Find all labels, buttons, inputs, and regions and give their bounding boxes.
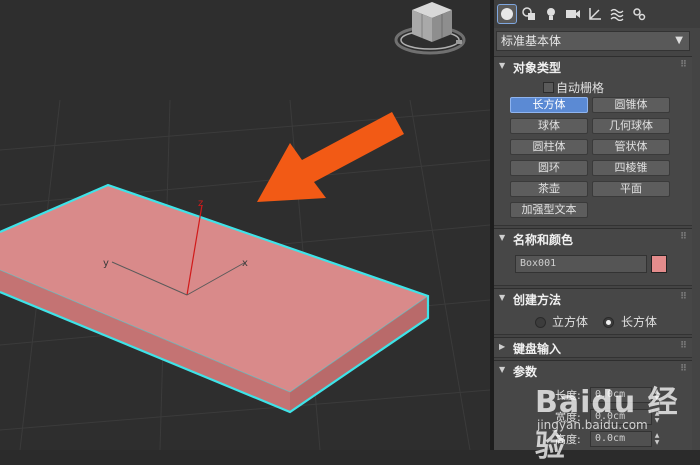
cone-button[interactable]: 圆锥体	[592, 97, 670, 113]
teapot-button[interactable]: 茶壶	[510, 181, 588, 197]
axis-label-x: x	[242, 258, 248, 269]
collapse-arrow-icon: ▼	[499, 61, 506, 70]
object-color-swatch[interactable]	[651, 255, 667, 273]
chevron-down-icon: ▼	[675, 35, 683, 46]
expand-arrow-icon: ▶	[499, 342, 506, 351]
pyramid-button[interactable]: 四棱锥	[592, 160, 670, 176]
cube-radio-label: 立方体	[552, 315, 589, 329]
pointer-arrow-icon	[257, 112, 404, 202]
torus-button[interactable]: 圆环	[510, 160, 588, 176]
perspective-viewport[interactable]: z x y	[0, 0, 490, 450]
creation-method-title: 创建方法	[513, 293, 562, 307]
name-color-header[interactable]: ▼ 名称和颜色 ⠿	[494, 229, 692, 249]
cube-radio[interactable]	[535, 317, 546, 328]
dropdown-value: 标准基本体	[501, 34, 562, 48]
keyboard-entry-rollout: ▶ 键盘输入 ⠿	[494, 337, 692, 358]
geometry-type-dropdown[interactable]: 标准基本体 ▼	[496, 31, 690, 51]
box-radio-label: 长方体	[621, 315, 658, 329]
box-radio[interactable]	[603, 317, 614, 328]
sphere-button[interactable]: 球体	[510, 118, 588, 134]
object-name-field[interactable]: Box001	[515, 255, 647, 273]
shapes-tab-icon[interactable]	[519, 4, 539, 24]
creation-method-header[interactable]: ▼ 创建方法 ⠿	[494, 289, 692, 309]
box001-object	[0, 183, 430, 414]
object-type-title: 对象类型	[513, 61, 562, 75]
grip-icon: ⠿	[679, 292, 687, 302]
lights-tab-icon[interactable]	[541, 4, 561, 24]
collapse-arrow-icon: ▼	[499, 233, 506, 242]
viewport-canvas: z x y	[0, 2, 490, 450]
viewcube-icon	[394, 2, 466, 55]
plane-button[interactable]: 平面	[592, 181, 670, 197]
keyboard-entry-header[interactable]: ▶ 键盘输入 ⠿	[494, 338, 692, 358]
create-tab-bar	[494, 0, 700, 28]
autogrid-label: 自动栅格	[556, 81, 605, 95]
geometry-tab-icon[interactable]	[497, 4, 517, 24]
autogrid-checkbox[interactable]	[543, 82, 554, 93]
object-type-rollout: ▼ 对象类型 ⠿ 自动栅格 长方体 圆锥体 球体 几何球体 圆柱体 管状体 圆环…	[494, 56, 692, 226]
cameras-tab-icon[interactable]	[563, 4, 583, 24]
keyboard-entry-title: 键盘输入	[513, 342, 562, 356]
space-warps-tab-icon[interactable]	[607, 4, 627, 24]
tube-button[interactable]: 管状体	[592, 139, 670, 155]
grip-icon: ⠿	[679, 232, 687, 242]
textplus-button[interactable]: 加强型文本	[510, 202, 588, 218]
cylinder-button[interactable]: 圆柱体	[510, 139, 588, 155]
collapse-arrow-icon: ▼	[499, 365, 506, 374]
box-button[interactable]: 长方体	[510, 97, 588, 113]
helpers-tab-icon[interactable]	[585, 4, 605, 24]
grip-icon: ⠿	[679, 364, 687, 374]
name-color-title: 名称和颜色	[513, 233, 574, 247]
creation-method-rollout: ▼ 创建方法 ⠿ 立方体 长方体	[494, 288, 692, 335]
geosphere-button[interactable]: 几何球体	[592, 118, 670, 134]
object-type-header[interactable]: ▼ 对象类型 ⠿	[494, 57, 692, 77]
axis-label-y: y	[103, 258, 109, 269]
axis-label-z: z	[198, 198, 203, 209]
grip-icon: ⠿	[679, 60, 687, 70]
watermark-url: jingyan.baidu.com	[537, 418, 648, 432]
parameters-title: 参数	[513, 365, 538, 379]
name-color-rollout: ▼ 名称和颜色 ⠿ Box001	[494, 228, 692, 286]
grip-icon: ⠿	[679, 341, 687, 351]
collapse-arrow-icon: ▼	[499, 293, 506, 302]
systems-tab-icon[interactable]	[629, 4, 649, 24]
